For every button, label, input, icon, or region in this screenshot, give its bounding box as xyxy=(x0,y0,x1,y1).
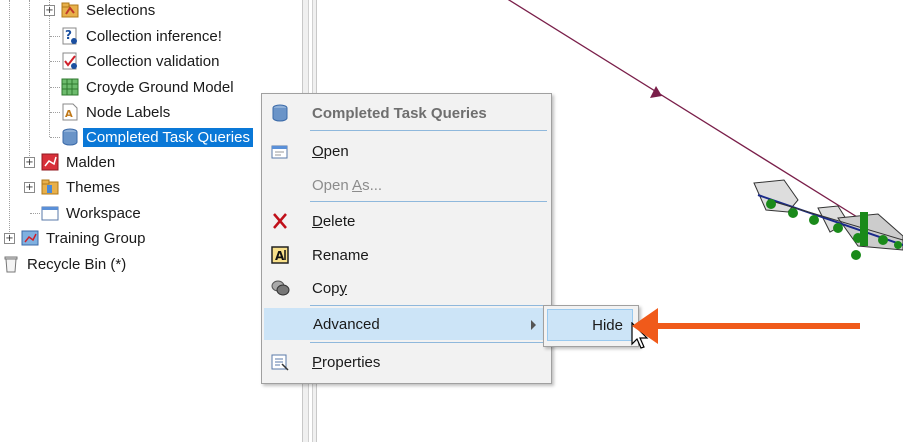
tree-connector xyxy=(50,137,60,138)
rename-icon: A xyxy=(270,246,290,264)
flow-direction-arrow-icon xyxy=(650,86,662,98)
annotation-arrow-icon xyxy=(632,308,860,344)
link-line xyxy=(507,0,879,231)
tree-item-training-group[interactable]: Training Group xyxy=(21,226,149,250)
ground-model-grid-icon xyxy=(61,78,79,96)
workspace-window-icon xyxy=(41,204,59,222)
tree-connector xyxy=(30,213,40,214)
svg-text:A: A xyxy=(65,109,73,120)
menu-item-properties[interactable]: Properties xyxy=(264,346,549,378)
database-cylinder-icon xyxy=(61,128,79,146)
tree-item-collection-validation[interactable]: Collection validation xyxy=(61,49,222,73)
menu-separator xyxy=(310,130,547,131)
database-cylinder-icon xyxy=(270,104,290,122)
tree-connector xyxy=(29,0,30,162)
menu-item-advanced[interactable]: Advanced xyxy=(264,308,549,340)
delete-x-icon xyxy=(270,212,290,230)
inference-icon: ? xyxy=(61,27,79,45)
expand-toggle[interactable]: + xyxy=(24,182,35,193)
svg-text:A: A xyxy=(275,249,285,263)
menu-item-hide[interactable]: Hide xyxy=(547,309,633,341)
tree-connector xyxy=(9,0,10,238)
menu-separator xyxy=(310,342,547,343)
validation-icon xyxy=(61,52,79,70)
menu-item-open[interactable]: Open xyxy=(264,135,549,167)
tree-item-croyde-ground-model[interactable]: Croyde Ground Model xyxy=(61,75,237,99)
svg-text:?: ? xyxy=(65,28,72,42)
menu-separator xyxy=(310,201,547,202)
label-document-icon: A xyxy=(61,103,79,121)
advanced-submenu: Hide xyxy=(543,305,639,347)
context-menu: Completed Task Queries Open Open As... D… xyxy=(261,93,552,384)
tree-item-recycle-bin[interactable]: Recycle Bin (*) xyxy=(2,252,129,276)
tree-connector xyxy=(50,112,60,113)
copy-icon xyxy=(270,279,290,297)
tree-connector xyxy=(49,0,50,137)
menu-item-open-as[interactable]: Open As... xyxy=(264,169,549,201)
network-icon xyxy=(41,153,59,171)
network-node-cluster xyxy=(753,179,903,260)
menu-item-rename[interactable]: A Rename xyxy=(264,239,549,271)
menu-item-delete[interactable]: Delete xyxy=(264,205,549,237)
recycle-bin-icon xyxy=(2,255,20,273)
tree-item-workspace[interactable]: Workspace xyxy=(41,201,144,225)
tree-item-collection-inference[interactable]: ? Collection inference! xyxy=(61,24,225,48)
tree-connector xyxy=(50,61,60,62)
expand-toggle[interactable]: + xyxy=(4,233,15,244)
tree-item-node-labels[interactable]: A Node Labels xyxy=(61,100,173,124)
themes-folder-icon xyxy=(41,178,59,196)
tree-item-selections[interactable]: Selections xyxy=(61,0,158,22)
open-icon xyxy=(270,142,290,160)
tree-connector xyxy=(50,87,60,88)
tree-panel[interactable]: + Selections ? Collection inference! Col… xyxy=(0,0,302,442)
tree-item-themes[interactable]: Themes xyxy=(41,175,123,199)
expand-toggle[interactable]: + xyxy=(44,5,55,16)
menu-item-copy[interactable]: Copy xyxy=(264,272,549,304)
submenu-arrow-icon xyxy=(531,320,536,330)
tree-item-completed-task-queries[interactable]: Completed Task Queries xyxy=(61,125,253,149)
selections-folder-icon xyxy=(61,1,79,19)
menu-header: Completed Task Queries xyxy=(264,97,549,129)
menu-separator xyxy=(310,305,547,306)
properties-icon xyxy=(270,353,290,371)
group-icon xyxy=(21,229,39,247)
tree-item-malden[interactable]: Malden xyxy=(41,150,118,174)
tree-connector xyxy=(50,36,60,37)
expand-toggle[interactable]: + xyxy=(24,157,35,168)
